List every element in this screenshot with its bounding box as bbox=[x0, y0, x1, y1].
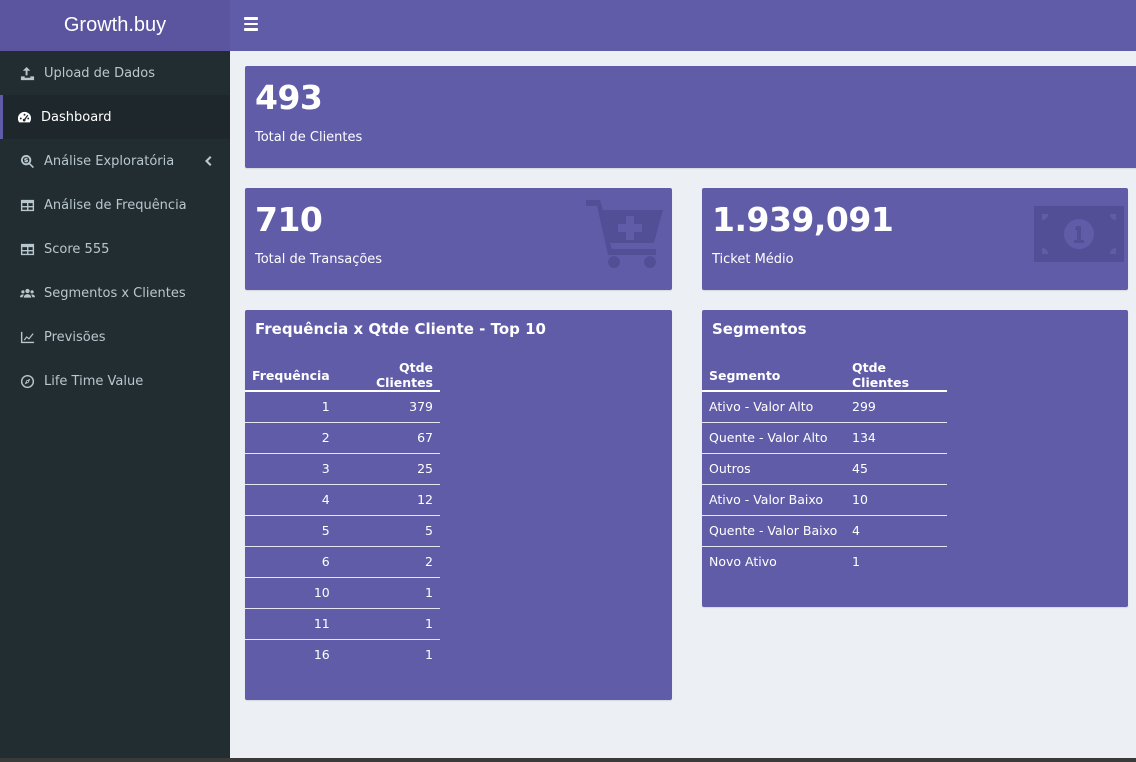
segmentos-table: Segmento Qtde Clientes Ativo - Valor Alt… bbox=[702, 360, 947, 577]
sidebar-item-label: Dashboard bbox=[41, 109, 112, 125]
table-cell: 45 bbox=[845, 453, 947, 485]
table-row: 62 bbox=[245, 546, 440, 578]
table-row: Outros 45 bbox=[702, 453, 947, 485]
table-cell: 4 bbox=[245, 484, 337, 516]
table-row: 1 379 bbox=[245, 391, 440, 423]
table-row: 11 1 bbox=[245, 608, 440, 640]
table-row: 10 1 bbox=[245, 577, 440, 609]
money-bill-icon bbox=[1034, 206, 1124, 266]
kpi-value: 710 bbox=[255, 200, 323, 239]
table-cell: Outros bbox=[702, 453, 845, 485]
table-cell: 3 bbox=[245, 453, 337, 485]
table-cell: 67 bbox=[336, 422, 440, 454]
tachometer-icon bbox=[17, 110, 41, 125]
table-row: 3 25 bbox=[245, 453, 440, 485]
table-cell: 4 bbox=[845, 515, 947, 547]
table-cell: 5 bbox=[245, 515, 337, 547]
panel-frequencia: Frequência x Qtde Cliente - Top 10 Frequ… bbox=[245, 310, 672, 700]
table-header[interactable]: Qtde Clientes bbox=[336, 360, 440, 392]
panel-title: Segmentos bbox=[712, 320, 807, 338]
sidebar-item-segmentos-clientes[interactable]: Segmentos x Clientes bbox=[0, 271, 230, 315]
table-cell: 10 bbox=[245, 577, 337, 609]
table-cell: 1 bbox=[852, 554, 860, 570]
sidebar-item-label: Life Time Value bbox=[44, 373, 144, 389]
table-cell: 1 bbox=[425, 647, 433, 663]
sidebar-item-label: Previsões bbox=[44, 329, 106, 345]
table-cell: Ativo - Valor Alto bbox=[702, 391, 845, 423]
table-row: 4 12 bbox=[245, 484, 440, 516]
table-cell: 2 bbox=[245, 422, 337, 454]
kpi-ticket-medio: 1.939,091 Ticket Médio bbox=[702, 188, 1128, 290]
table-cell: Quente - Valor Alto bbox=[702, 422, 845, 454]
table-cell: 2 bbox=[336, 546, 440, 578]
sidebar-item-analise-exploratoria[interactable]: Análise Exploratória bbox=[0, 139, 230, 183]
table-cell: 379 bbox=[336, 391, 440, 423]
sidebar-item-label: Análise Exploratória bbox=[44, 153, 175, 169]
table-cell: Ativo - Valor Baixo bbox=[702, 484, 845, 516]
table-cell: 1 bbox=[336, 608, 440, 640]
table-cell: 1 bbox=[245, 391, 337, 423]
table-icon bbox=[20, 198, 44, 213]
sidebar-item-life-time-value[interactable]: Life Time Value bbox=[0, 359, 230, 403]
upload-icon bbox=[20, 66, 44, 81]
top-navbar bbox=[230, 0, 1136, 51]
table-row: Ativo - Valor Alto 299 bbox=[702, 391, 947, 423]
table-header[interactable]: Frequência bbox=[245, 360, 337, 392]
table-header[interactable]: Qtde Clientes bbox=[845, 360, 947, 392]
table-row: 16 1 bbox=[245, 639, 440, 670]
search-dollar-icon bbox=[20, 154, 44, 169]
table-row: Novo Ativo 1 bbox=[702, 546, 947, 577]
table-cell: 1 bbox=[336, 577, 440, 609]
sidebar-item-label: Upload de Dados bbox=[44, 65, 156, 81]
table-cell: Quente - Valor Baixo bbox=[702, 515, 845, 547]
table-row: Quente - Valor Baixo 4 bbox=[702, 515, 947, 547]
sidebar-item-previsoes[interactable]: Previsões bbox=[0, 315, 230, 359]
table-row: Quente - Valor Alto 134 bbox=[702, 422, 947, 454]
kpi-label: Total de Transações bbox=[255, 252, 383, 267]
table-cell: 10 bbox=[845, 484, 947, 516]
kpi-label: Total de Clientes bbox=[255, 130, 363, 145]
table-cell: 16 bbox=[313, 647, 330, 663]
table-cell: 12 bbox=[336, 484, 440, 516]
panel-segmentos: Segmentos Segmento Qtde Clientes Ativo -… bbox=[702, 310, 1128, 607]
sidebar-item-analise-frequencia[interactable]: Análise de Frequência bbox=[0, 183, 230, 227]
sidebar: Upload de Dados Dashboard Análise Explor… bbox=[0, 51, 230, 762]
window-bottom-edge bbox=[0, 758, 1136, 762]
sidebar-item-upload[interactable]: Upload de Dados bbox=[0, 51, 230, 95]
line-chart-icon bbox=[20, 330, 44, 345]
frequencia-table: Frequência Qtde Clientes 1 379 2 67 3 25 41… bbox=[245, 360, 440, 670]
kpi-total-transacoes: 710 Total de Transações bbox=[245, 188, 672, 290]
compass-icon bbox=[20, 374, 44, 389]
table-row: 55 bbox=[245, 515, 440, 547]
sidebar-item-dashboard[interactable]: Dashboard bbox=[0, 95, 230, 139]
table-cell: Novo Ativo bbox=[709, 554, 777, 570]
cart-plus-icon bbox=[586, 198, 666, 274]
table-cell: 25 bbox=[336, 453, 440, 485]
users-icon bbox=[20, 286, 44, 301]
table-icon bbox=[20, 242, 44, 257]
sidebar-item-label: Score 555 bbox=[44, 241, 110, 257]
table-cell: 11 bbox=[245, 608, 337, 640]
table-cell: 6 bbox=[245, 546, 337, 578]
table-row: 2 67 bbox=[245, 422, 440, 454]
kpi-value: 1.939,091 bbox=[712, 200, 894, 239]
sidebar-item-label: Análise de Frequência bbox=[44, 197, 187, 213]
chevron-left-icon[interactable] bbox=[204, 155, 212, 166]
kpi-total-clientes: 493 Total de Clientes bbox=[245, 66, 1136, 168]
table-header[interactable]: Segmento bbox=[702, 360, 845, 392]
sidebar-toggle-icon[interactable] bbox=[244, 17, 258, 33]
table-row: Ativo - Valor Baixo 10 bbox=[702, 484, 947, 516]
table-cell: 134 bbox=[845, 422, 947, 454]
kpi-label: Ticket Médio bbox=[712, 252, 794, 267]
table-cell: 299 bbox=[845, 391, 947, 423]
panel-title: Frequência x Qtde Cliente - Top 10 bbox=[255, 320, 546, 338]
brand-logo[interactable]: Growth.buy bbox=[0, 0, 230, 51]
sidebar-item-score-555[interactable]: Score 555 bbox=[0, 227, 230, 271]
kpi-value: 493 bbox=[255, 78, 323, 117]
table-cell: 5 bbox=[336, 515, 440, 547]
sidebar-item-label: Segmentos x Clientes bbox=[44, 285, 186, 301]
